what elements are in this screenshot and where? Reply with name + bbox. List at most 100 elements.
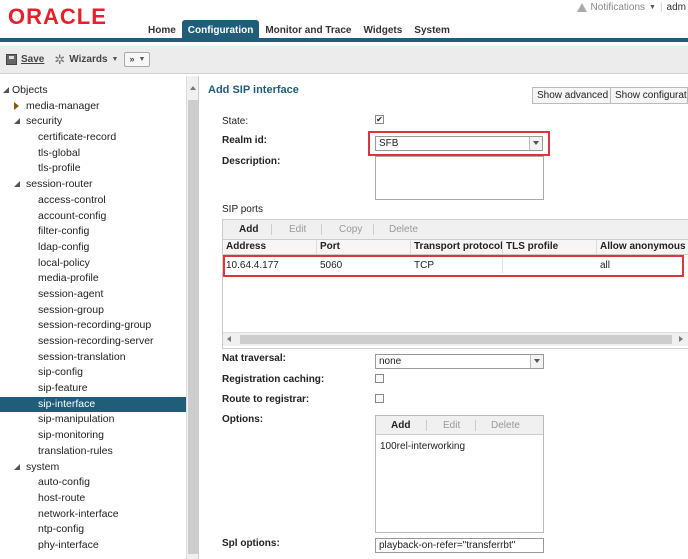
sidebar-item-tls-profile[interactable]: tls-profile [0, 161, 186, 177]
realm-id-select[interactable]: SFB [375, 136, 543, 151]
table-row[interactable]: 10.64.4.177 5060 TCP all [223, 258, 688, 273]
column-header-tls-profile[interactable]: TLS profile [503, 240, 597, 254]
more-menu-button[interactable]: » ▼ [124, 52, 151, 67]
sidebar-item-system[interactable]: system [0, 460, 186, 476]
add-port-button[interactable]: Add [239, 220, 258, 239]
tree-expanded-icon[interactable] [14, 181, 20, 188]
tab-system[interactable]: System [408, 20, 456, 42]
scroll-up-icon[interactable] [190, 86, 196, 90]
sidebar-item-sip-manipulation[interactable]: sip-manipulation [0, 412, 186, 428]
sidebar-item-label: session-agent [38, 287, 104, 300]
sidebar-item-access-control[interactable]: access-control [0, 193, 186, 209]
sidebar-item-local-policy[interactable]: local-policy [0, 256, 186, 272]
sidebar-item-sip-monitoring[interactable]: sip-monitoring [0, 428, 186, 444]
sidebar-item-certificate-record[interactable]: certificate-record [0, 130, 186, 146]
sidebar-item-ntp-config[interactable]: ntp-config [0, 522, 186, 538]
chevron-down-icon: ▼ [111, 56, 119, 63]
more-menu-label: » [129, 54, 135, 64]
sidebar-item-session-agent[interactable]: session-agent [0, 287, 186, 303]
sidebar-item-media-profile[interactable]: media-profile [0, 271, 186, 287]
sidebar-item-tls-global[interactable]: tls-global [0, 146, 186, 162]
tree-expanded-icon[interactable] [14, 118, 20, 125]
main-nav: Home Configuration Monitor and Trace Wid… [142, 20, 456, 42]
sidebar-item-sip-interface[interactable]: sip-interface [0, 396, 186, 413]
sidebar-item-filter-config[interactable]: filter-config [0, 224, 186, 240]
delete-port-button[interactable]: Delete [389, 220, 418, 239]
sidebar-item-session-recording-group[interactable]: session-recording-group [0, 318, 186, 334]
show-configuration-button[interactable]: Show configurat [610, 87, 688, 104]
sidebar-item-phy-interface[interactable]: phy-interface [0, 538, 186, 554]
sidebar-item-host-route[interactable]: host-route [0, 491, 186, 507]
copy-port-button[interactable]: Copy [339, 220, 362, 239]
sidebar-item-label: system [26, 460, 60, 473]
sidebar-item-account-config[interactable]: account-config [0, 209, 186, 225]
nat-traversal-value: none [379, 356, 402, 367]
wizards-menu-label: Wizards [69, 54, 108, 65]
grid-horizontal-scrollbar[interactable] [223, 332, 688, 346]
tree-scrollbar[interactable] [186, 76, 198, 559]
tab-home[interactable]: Home [142, 20, 182, 42]
scrollbar-thumb[interactable] [188, 100, 198, 554]
column-header-port[interactable]: Port [317, 240, 411, 254]
wizards-menu[interactable]: ✲ Wizards ▼ [54, 53, 118, 66]
route-to-registrar-checkbox[interactable] [375, 394, 384, 403]
save-button[interactable]: Save [6, 54, 44, 65]
state-label: State: [222, 116, 249, 127]
divider [271, 224, 272, 235]
tab-monitor-and-trace[interactable]: Monitor and Trace [259, 20, 357, 42]
chevron-down-icon[interactable] [529, 137, 542, 150]
sidebar-item-label: sip-monitoring [38, 429, 104, 442]
tree-collapsed-icon[interactable] [14, 101, 19, 110]
sidebar-item-sip-config[interactable]: sip-config [0, 365, 186, 381]
description-textarea[interactable] [375, 156, 544, 200]
registration-caching-checkbox[interactable] [375, 374, 384, 383]
sidebar-item-media-manager[interactable]: media-manager [0, 99, 186, 115]
tree-expanded-icon[interactable] [14, 463, 20, 470]
tree-expanded-icon[interactable] [3, 87, 9, 93]
scrollbar-thumb[interactable] [240, 335, 672, 344]
column-header-allow-anonymous[interactable]: Allow anonymous [597, 240, 688, 254]
sidebar-item-label: media-manager [26, 99, 100, 112]
scroll-left-icon[interactable] [227, 336, 231, 342]
cell-address: 10.64.4.177 [226, 260, 279, 271]
tab-configuration[interactable]: Configuration [181, 20, 260, 42]
state-checkbox[interactable]: ✔ [375, 115, 384, 124]
sidebar-item-label: session-translation [38, 350, 126, 363]
nat-traversal-select[interactable]: none [375, 354, 544, 369]
chevron-down-icon[interactable]: ▼ [649, 4, 656, 11]
column-header-transport[interactable]: Transport protocol [411, 240, 503, 254]
sidebar-item-translation-rules[interactable]: translation-rules [0, 444, 186, 460]
edit-option-button[interactable]: Edit [443, 416, 460, 435]
sidebar-item-label: auto-config [38, 476, 90, 489]
delete-option-button[interactable]: Delete [491, 416, 520, 435]
user-menu[interactable]: adm [667, 2, 686, 13]
sidebar-item-session-group[interactable]: session-group [0, 303, 186, 319]
sidebar-item-label: filter-config [38, 225, 90, 238]
show-advanced-button[interactable]: Show advanced [532, 87, 614, 104]
sidebar-item-auto-config[interactable]: auto-config [0, 475, 186, 491]
sidebar-item-sip-feature[interactable]: sip-feature [0, 381, 186, 397]
column-header-address[interactable]: Address [223, 240, 317, 254]
add-option-button[interactable]: Add [391, 416, 410, 435]
sidebar-item-security[interactable]: security [0, 114, 186, 130]
scroll-right-icon[interactable] [679, 336, 683, 342]
options-list: Add Edit Delete 100rel-interworking [375, 415, 544, 533]
tab-widgets[interactable]: Widgets [357, 20, 408, 42]
list-item[interactable]: 100rel-interworking [380, 441, 465, 452]
sidebar-item-objects[interactable]: Objects [0, 83, 186, 99]
grid-header: Address Port Transport protocol TLS prof… [223, 240, 688, 255]
chevron-down-icon[interactable] [530, 355, 543, 368]
sidebar-item-session-recording-server[interactable]: session-recording-server [0, 334, 186, 350]
grid-toolbar: Add Edit Copy Delete [223, 220, 688, 240]
cell-allow-anonymous: all [600, 260, 611, 271]
sidebar-item-network-interface[interactable]: network-interface [0, 507, 186, 523]
edit-port-button[interactable]: Edit [289, 220, 306, 239]
notifications-menu[interactable]: Notifications [591, 2, 645, 13]
sidebar-item-session-router[interactable]: session-router [0, 177, 186, 193]
divider [321, 224, 322, 235]
divider [502, 258, 503, 273]
realm-id-label: Realm id: [222, 135, 268, 146]
sidebar-item-session-translation[interactable]: session-translation [0, 350, 186, 366]
sidebar-item-ldap-config[interactable]: ldap-config [0, 240, 186, 256]
spl-options-input[interactable]: playback-on-refer="transferrbt" [375, 538, 544, 553]
